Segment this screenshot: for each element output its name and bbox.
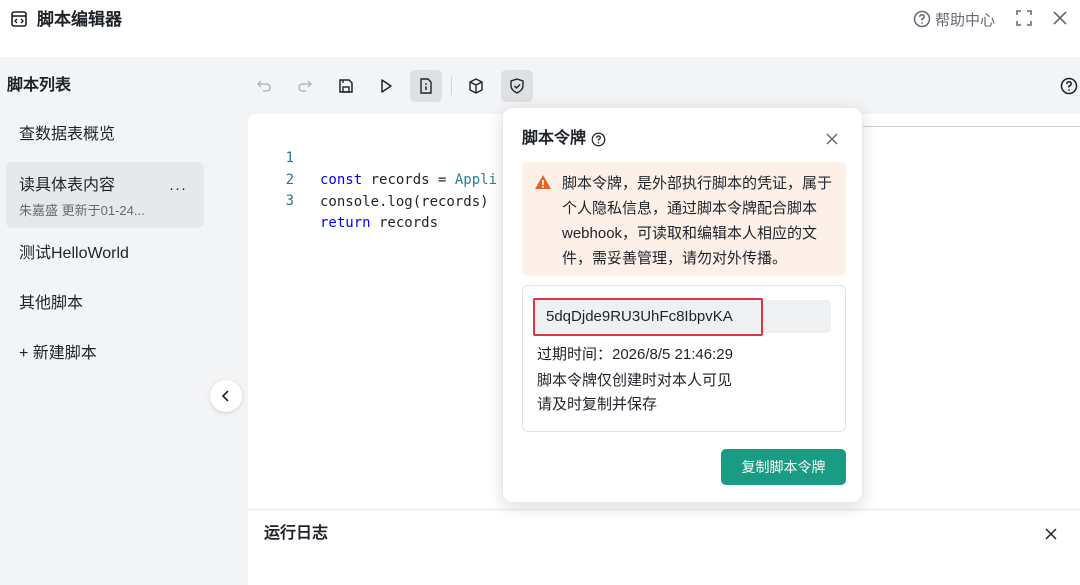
- script-token-button[interactable]: [410, 70, 442, 102]
- script-item-label: 其他脚本: [19, 295, 84, 312]
- code-line: 1 const records = Appli: [248, 125, 497, 188]
- script-token-popover: 脚本令牌 脚本令牌，是外部执行脚本的凭证，属于个人隐私信息，通过脚本令牌配合脚本…: [502, 107, 863, 503]
- question-icon: [1060, 77, 1078, 95]
- help-center-label: 帮助中心: [935, 11, 996, 29]
- script-item-label: 查数据表概览: [19, 126, 116, 143]
- token-icon: [420, 78, 432, 94]
- token-value[interactable]: 5dqDjde9RU3UhFc8IbpvKA: [533, 298, 763, 336]
- save-button[interactable]: [330, 70, 362, 102]
- chevron-left-icon: [221, 390, 229, 402]
- code-token: records: [370, 215, 439, 231]
- script-item-other[interactable]: 其他脚本: [6, 287, 204, 321]
- shield-icon: [510, 78, 524, 94]
- token-card: 5dqDjde9RU3UhFc8IbpvKA 过期时间：2026/8/5 21:…: [522, 285, 846, 432]
- question-circle-icon: [913, 10, 931, 28]
- run-button[interactable]: [370, 70, 402, 102]
- script-item-hello-world[interactable]: 测试HelloWorld: [6, 237, 204, 271]
- token-expiry: 过期时间：2026/8/5 21:46:29: [537, 346, 733, 363]
- new-script-label: + 新建脚本: [19, 345, 97, 362]
- package-button[interactable]: [460, 70, 492, 102]
- code-token: records =: [362, 172, 455, 188]
- info-question-icon[interactable]: [591, 132, 606, 147]
- code-keyword: const: [320, 172, 363, 188]
- undo-button[interactable]: [248, 70, 280, 102]
- editor-help-button[interactable]: [1053, 70, 1080, 102]
- editor-toolbar: [248, 57, 1080, 114]
- warning-text: 脚本令牌，是外部执行脚本的凭证，属于个人隐私信息，通过脚本令牌配合脚本webho…: [562, 175, 833, 267]
- run-log-title: 运行日志: [264, 525, 329, 542]
- popover-title-text: 脚本令牌: [522, 130, 587, 147]
- close-log-icon[interactable]: [1043, 526, 1059, 542]
- app-header: 脚本编辑器 帮助中心: [0, 0, 1080, 57]
- script-editor-icon: [11, 11, 27, 27]
- code-line: 3 return records: [248, 168, 438, 231]
- new-script-button[interactable]: + 新建脚本: [6, 337, 204, 371]
- redo-button[interactable]: [289, 70, 321, 102]
- redo-icon: [298, 80, 313, 92]
- collapse-sidebar-button[interactable]: [210, 380, 242, 412]
- code-keyword: return: [320, 215, 371, 231]
- script-sidebar: 脚本列表 查数据表概览 读具体表内容 朱嘉盛 更新于01-24... ··· 测…: [0, 57, 248, 585]
- package-icon: [469, 78, 483, 94]
- close-popover-icon[interactable]: [824, 131, 840, 147]
- warning-icon: [535, 175, 551, 189]
- editor-divider: [858, 126, 1080, 127]
- code-text: console.log(records): [320, 191, 489, 213]
- script-item-read-table[interactable]: 读具体表内容 朱嘉盛 更新于01-24... ···: [6, 162, 204, 228]
- fullscreen-icon[interactable]: [1015, 9, 1033, 27]
- sidebar-title: 脚本列表: [7, 77, 72, 94]
- code-text: return records: [320, 212, 438, 234]
- script-item-overview[interactable]: 查数据表概览: [6, 118, 204, 152]
- close-window-icon[interactable]: [1051, 9, 1069, 27]
- code-token: console.log(records): [320, 194, 489, 210]
- popover-title: 脚本令牌: [522, 128, 606, 150]
- help-center-link[interactable]: 帮助中心: [913, 8, 995, 30]
- code-text: const records = Appli: [320, 169, 497, 191]
- code-line: 2 console.log(records): [248, 147, 489, 210]
- app-title: 脚本编辑器: [37, 10, 122, 29]
- warning-notice: 脚本令牌，是外部执行脚本的凭证，属于个人隐私信息，通过脚本令牌配合脚本webho…: [522, 162, 846, 276]
- undo-icon: [256, 80, 271, 92]
- script-item-label: 测试HelloWorld: [19, 245, 129, 262]
- more-options-button[interactable]: ···: [169, 180, 187, 197]
- script-item-meta: 朱嘉盛 更新于01-24...: [19, 203, 145, 218]
- line-number: 3: [285, 193, 294, 209]
- token-field[interactable]: 5dqDjde9RU3UhFc8IbpvKA: [533, 298, 831, 336]
- token-save-note: 请及时复制并保存: [537, 396, 658, 413]
- toolbar-divider: [451, 77, 452, 95]
- copy-token-button[interactable]: 复制脚本令牌: [721, 449, 846, 485]
- code-identifier: Appli: [454, 172, 498, 188]
- security-button[interactable]: [501, 70, 533, 102]
- save-icon: [339, 79, 353, 93]
- run-icon: [381, 79, 392, 93]
- run-log-panel: 运行日志: [248, 511, 1080, 585]
- script-item-label: 读具体表内容: [19, 177, 116, 194]
- token-visibility-note: 脚本令牌仅创建时对本人可见: [537, 372, 733, 389]
